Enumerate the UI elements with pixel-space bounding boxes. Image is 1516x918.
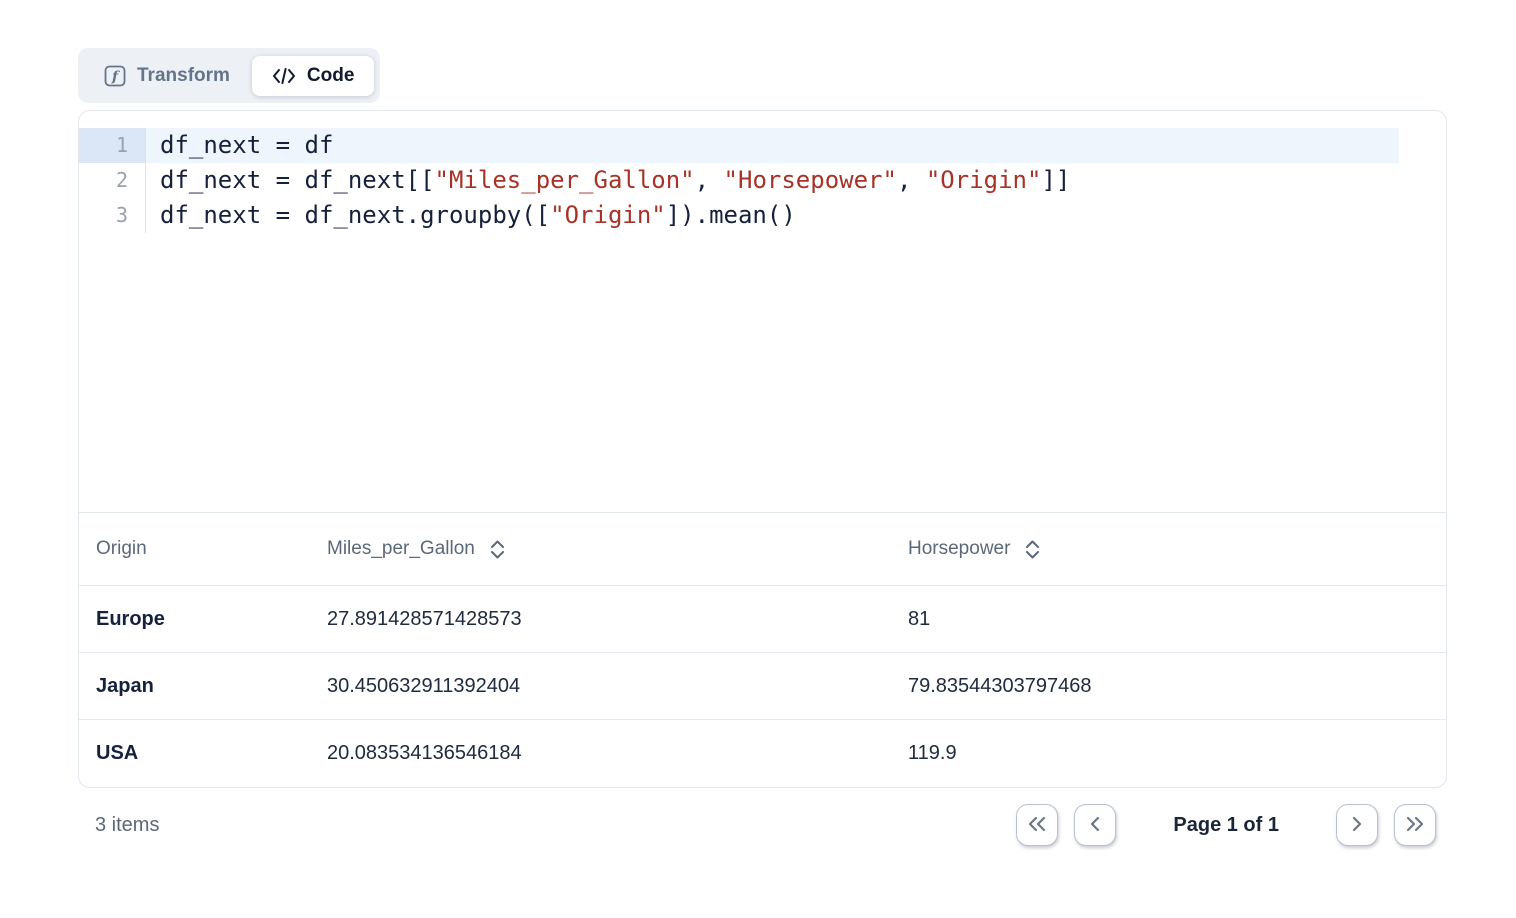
code-text: df_next = df_next.groupby(["Origin"]).me…	[146, 198, 1399, 233]
table-body: Europe27.89142857142857381Japan30.450632…	[79, 585, 1446, 786]
pagination: Page 1 of 1	[1016, 804, 1436, 846]
last-page-button[interactable]	[1394, 804, 1436, 846]
code-line[interactable]: 3df_next = df_next.groupby(["Origin"]).m…	[79, 198, 1446, 233]
line-number: 2	[79, 163, 146, 198]
code-editor[interactable]: 1df_next = df2df_next = df_next[["Miles_…	[79, 111, 1446, 512]
table-cell-origin: Japan	[96, 675, 327, 698]
column-label: Horsepower	[908, 538, 1010, 560]
view-tabbar: f Transform Code	[78, 48, 380, 103]
line-number: 1	[79, 128, 146, 163]
code-text: df_next = df	[146, 128, 1399, 163]
sort-icon[interactable]	[1025, 540, 1040, 559]
previous-page-icon	[1089, 816, 1101, 835]
tab-transform-label: Transform	[137, 65, 230, 87]
sort-icon[interactable]	[490, 540, 505, 559]
table-cell-horsepower: 119.9	[908, 742, 1446, 765]
code-lines: 1df_next = df2df_next = df_next[["Miles_…	[79, 128, 1446, 233]
tab-code[interactable]: Code	[252, 56, 375, 96]
code-text: df_next = df_next[["Miles_per_Gallon", "…	[146, 163, 1399, 198]
table-cell-horsepower: 81	[908, 608, 1446, 631]
table-cell-horsepower: 79.83544303797468	[908, 675, 1446, 698]
table-row[interactable]: USA20.083534136546184119.9	[79, 719, 1446, 786]
column-header-origin: Origin	[96, 538, 327, 560]
code-and-table-card: 1df_next = df2df_next = df_next[["Miles_…	[78, 110, 1447, 788]
previous-page-button[interactable]	[1074, 804, 1116, 846]
code-line[interactable]: 1df_next = df	[79, 128, 1446, 163]
first-page-button[interactable]	[1016, 804, 1058, 846]
next-page-button[interactable]	[1336, 804, 1378, 846]
table-row[interactable]: Europe27.89142857142857381	[79, 585, 1446, 652]
last-page-icon	[1405, 816, 1425, 835]
table-cell-miles_per_gallon: 20.083534136546184	[327, 742, 908, 765]
column-header-miles-per-gallon[interactable]: Miles_per_Gallon	[327, 538, 908, 560]
tab-transform[interactable]: f Transform	[84, 56, 250, 96]
next-page-icon	[1351, 816, 1363, 835]
table-footer: 3 items Page 1 of 1	[95, 803, 1436, 847]
first-page-icon	[1027, 816, 1047, 835]
tab-code-label: Code	[307, 65, 355, 87]
svg-text:f: f	[111, 69, 121, 85]
function-icon: f	[104, 65, 126, 87]
table-cell-origin: USA	[96, 742, 327, 765]
code-icon	[272, 67, 296, 85]
app-window: f Transform Code 1df_next = df2df_next =…	[0, 0, 1516, 918]
column-label: Miles_per_Gallon	[327, 538, 475, 560]
table-cell-miles_per_gallon: 30.450632911392404	[327, 675, 908, 698]
page-indicator: Page 1 of 1	[1173, 814, 1279, 837]
code-line[interactable]: 2df_next = df_next[["Miles_per_Gallon", …	[79, 163, 1446, 198]
table-row[interactable]: Japan30.45063291139240479.83544303797468	[79, 652, 1446, 719]
table-header-row: Origin Miles_per_Gallon Horsepower	[79, 512, 1446, 585]
column-header-horsepower[interactable]: Horsepower	[908, 538, 1446, 560]
table-cell-origin: Europe	[96, 608, 327, 631]
table-cell-miles_per_gallon: 27.891428571428573	[327, 608, 908, 631]
column-label: Origin	[96, 538, 147, 560]
items-count: 3 items	[95, 814, 159, 837]
line-number: 3	[79, 198, 146, 233]
